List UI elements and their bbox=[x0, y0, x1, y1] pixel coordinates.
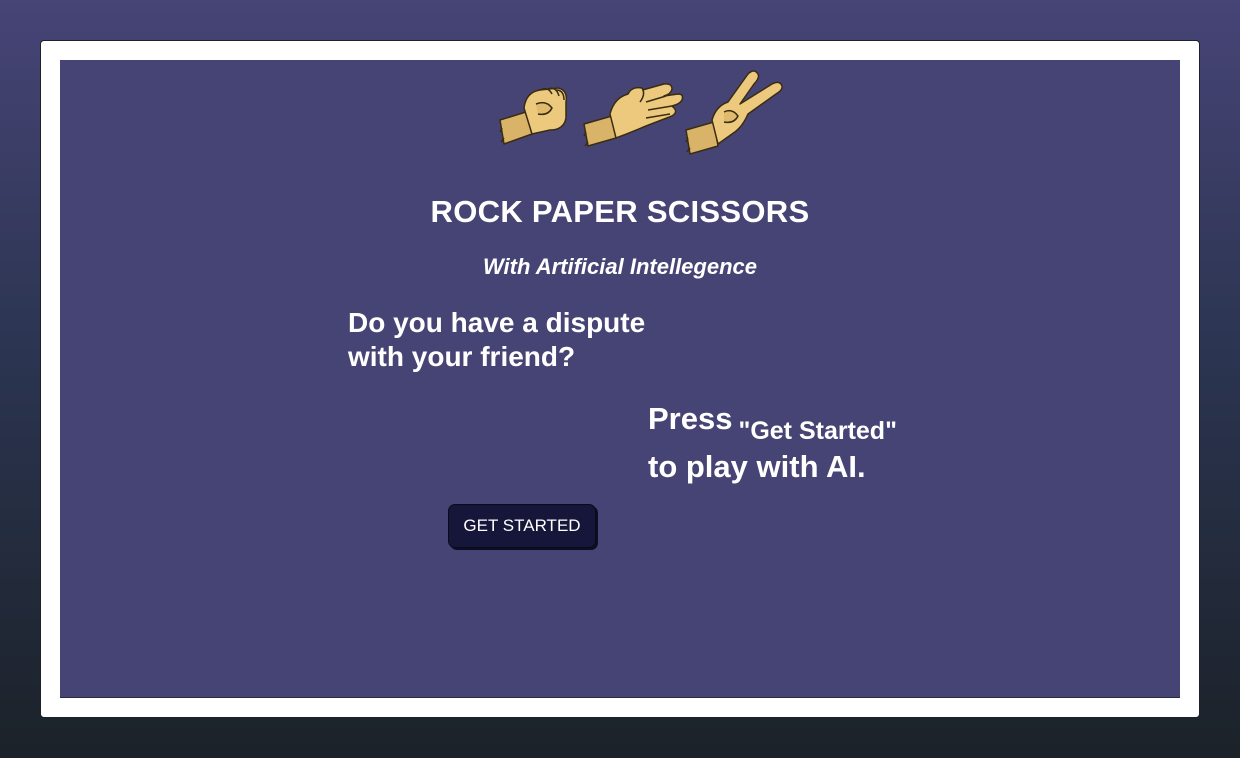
hands-illustration bbox=[499, 70, 783, 155]
intro-line-2: with your friend? bbox=[348, 341, 576, 372]
page-subtitle: With Artificial Intellegence bbox=[482, 254, 758, 279]
intro-line-1: Do you have a dispute bbox=[348, 307, 646, 338]
page-title: ROCK PAPER SCISSORS bbox=[430, 194, 810, 229]
get-started-button[interactable]: GET STARTED bbox=[448, 504, 596, 548]
cta-press-text: Press bbox=[648, 401, 733, 436]
scissors-hand-icon bbox=[685, 70, 783, 155]
app-frame: ROCK PAPER SCISSORS With Artificial Inte… bbox=[40, 40, 1200, 718]
intro-question: Do you have a dispute with your friend? bbox=[348, 306, 645, 374]
cta-quote-text: "Get Started" bbox=[738, 417, 897, 445]
rock-hand-icon bbox=[499, 87, 568, 145]
cta-line-2: to play with AI. bbox=[648, 449, 866, 484]
cta-instructions: Press "Get Started" to play with AI. bbox=[648, 396, 897, 490]
main-panel: ROCK PAPER SCISSORS With Artificial Inte… bbox=[60, 60, 1180, 698]
cta-line-1: Press "Get Started" bbox=[648, 396, 897, 445]
paper-hand-icon bbox=[583, 83, 684, 147]
